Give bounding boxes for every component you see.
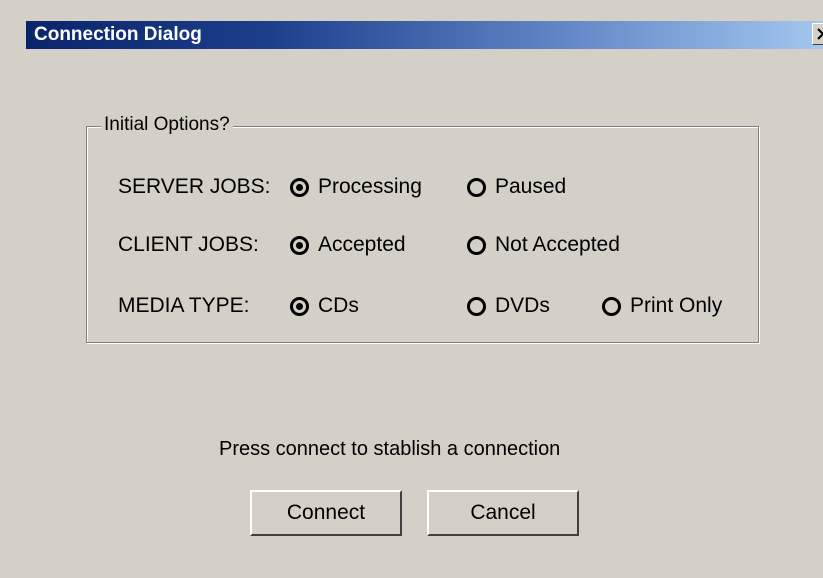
radio-label: Print Only (630, 294, 723, 317)
radio-not-accepted[interactable]: Not Accepted (467, 233, 620, 257)
radio-checked-icon (290, 177, 309, 197)
close-icon (817, 28, 823, 40)
radio-cds[interactable]: CDs (290, 294, 359, 318)
client-jobs-label: CLIENT JOBS: (118, 233, 259, 256)
radio-label: Accepted (318, 233, 406, 256)
radio-processing[interactable]: Processing (290, 175, 422, 199)
radio-unchecked-icon (467, 296, 486, 316)
radio-paused[interactable]: Paused (467, 175, 566, 199)
radio-label: CDs (318, 294, 359, 317)
radio-label: Not Accepted (495, 233, 620, 256)
radio-label: Processing (318, 175, 422, 198)
connect-button[interactable]: Connect (250, 490, 402, 536)
radio-unchecked-icon (467, 177, 486, 197)
media-type-label: MEDIA TYPE: (118, 294, 250, 317)
window-title: Connection Dialog (34, 24, 202, 45)
radio-label: Paused (495, 175, 567, 198)
server-jobs-label: SERVER JOBS: (118, 175, 271, 198)
title-bar[interactable]: Connection Dialog (26, 21, 823, 49)
cancel-button[interactable]: Cancel (427, 490, 579, 536)
radio-checked-icon (290, 296, 309, 316)
radio-label: DVDs (495, 294, 550, 317)
close-button[interactable] (812, 23, 823, 45)
group-legend: Initial Options? (101, 114, 233, 136)
status-message: Press connect to stablish a connection (219, 438, 561, 460)
radio-unchecked-icon (467, 235, 486, 255)
initial-options-group: Initial Options? SERVER JOBS: Processing… (86, 114, 759, 343)
radio-print-only[interactable]: Print Only (602, 294, 722, 318)
radio-unchecked-icon (602, 296, 621, 316)
radio-checked-icon (290, 235, 309, 255)
radio-accepted[interactable]: Accepted (290, 233, 406, 257)
radio-dvds[interactable]: DVDs (467, 294, 550, 318)
